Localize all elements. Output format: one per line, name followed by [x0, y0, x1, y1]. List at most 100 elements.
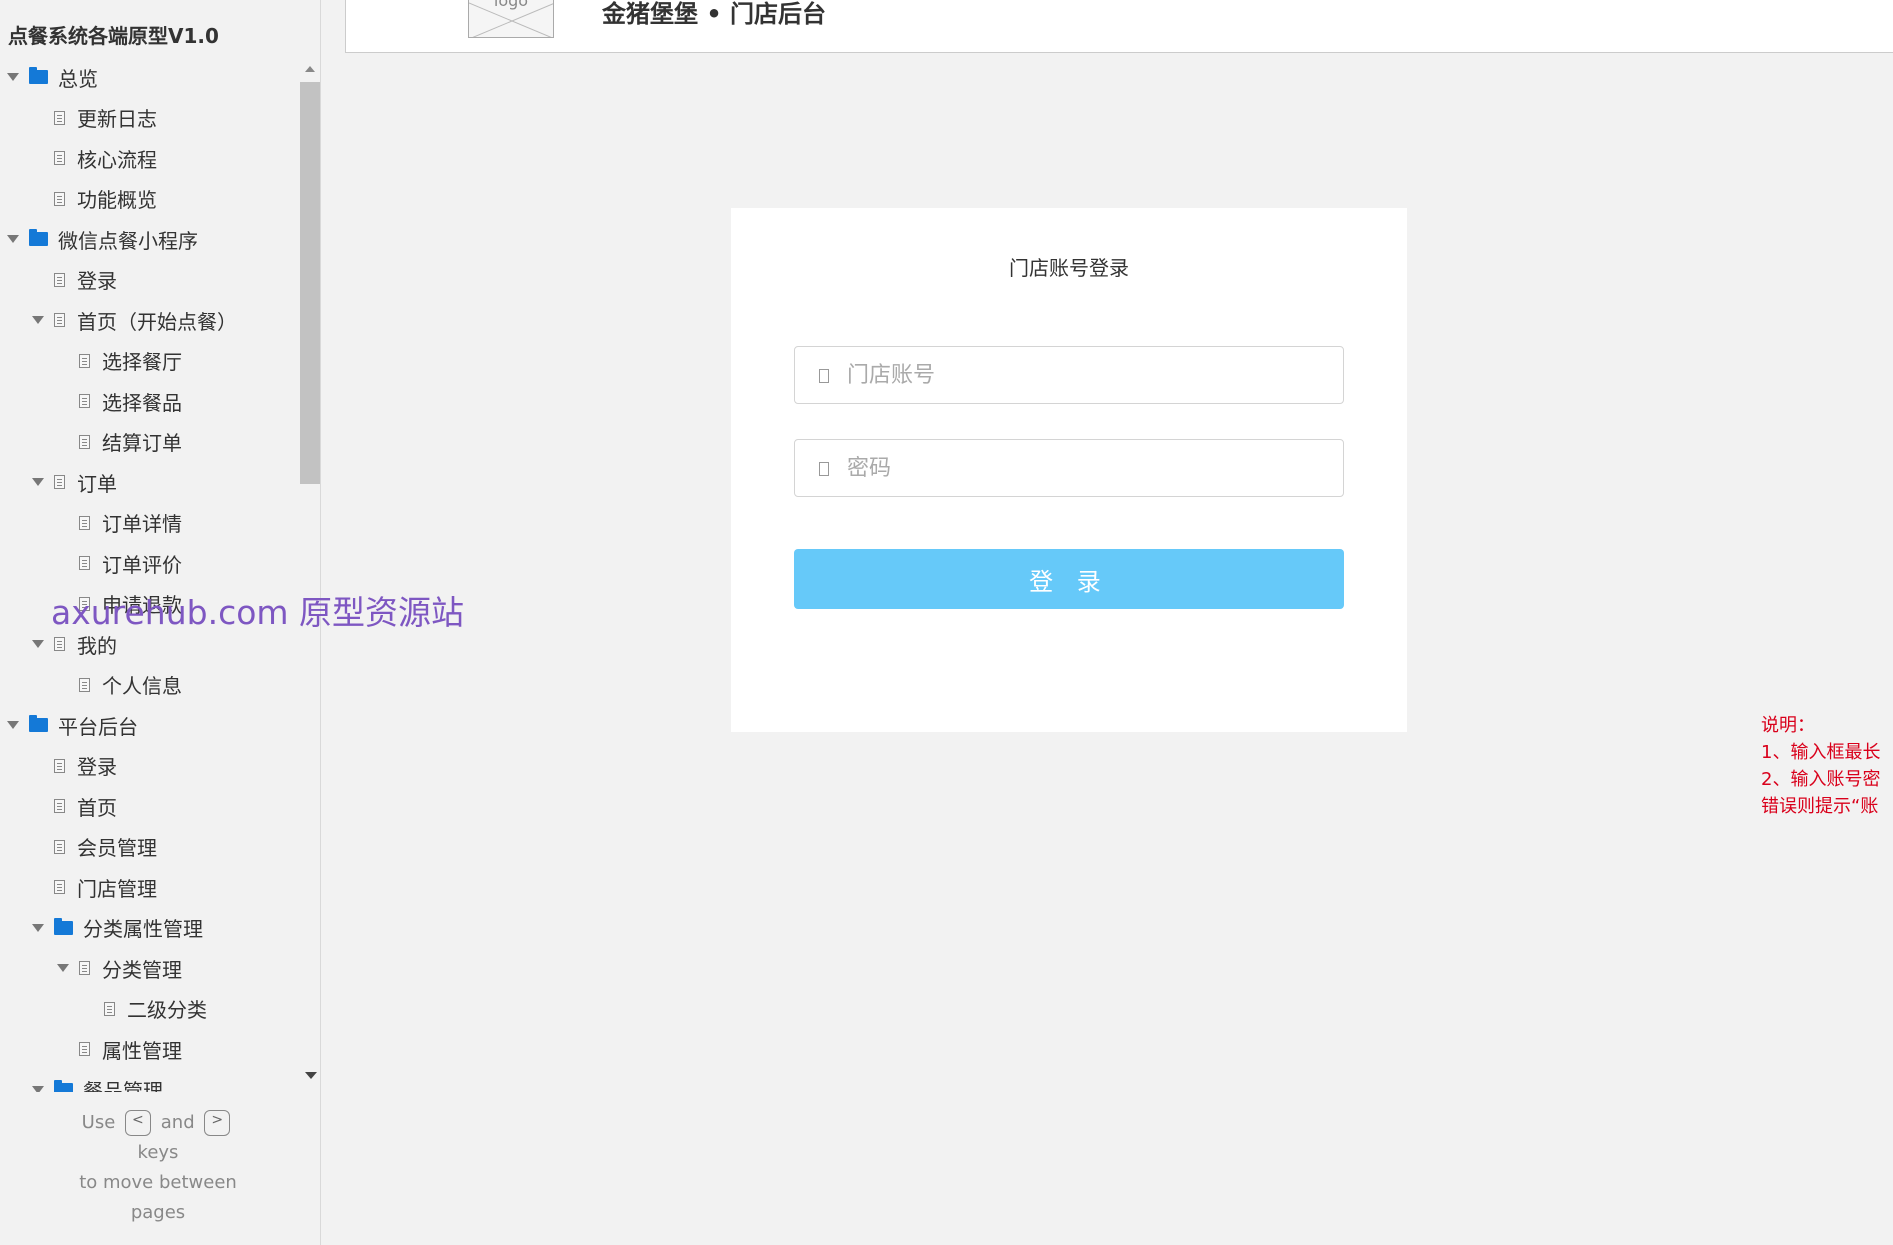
spec-notes: 说明： 1、输入框最长 2、输入账号密 错误则提示“账	[1761, 712, 1893, 820]
sitemap-item-label: 二级分类	[127, 998, 207, 1023]
sitemap-item-label: 订单详情	[102, 512, 182, 537]
help-use-text: Use	[81, 1112, 116, 1133]
expand-arrow-icon[interactable]	[32, 316, 44, 325]
sitemap-item[interactable]: 二级分类	[0, 989, 300, 1030]
page-icon	[54, 272, 65, 287]
page-icon	[79, 961, 90, 976]
scroll-up-arrow-icon[interactable]	[305, 66, 315, 72]
project-title: 点餐系统各端原型V1.0	[8, 24, 219, 48]
sitemap-item[interactable]: 选择餐品	[0, 381, 300, 422]
page-icon	[104, 1001, 115, 1016]
expand-arrow-icon[interactable]	[7, 721, 19, 730]
sitemap-item[interactable]: 首页（开始点餐）	[0, 300, 300, 341]
sitemap-item[interactable]: 门店管理	[0, 867, 300, 908]
note-line: 1、输入框最长	[1761, 742, 1881, 763]
page-icon	[54, 880, 65, 895]
page-icon	[79, 677, 90, 692]
sitemap-item-label: 分类管理	[102, 957, 182, 982]
sitemap-item[interactable]: 更新日志	[0, 98, 300, 139]
sitemap-item[interactable]: 订单	[0, 462, 300, 503]
sidebar-scrollbar-thumb[interactable]	[300, 82, 320, 484]
expand-arrow-icon[interactable]	[57, 964, 69, 973]
expand-arrow-icon[interactable]	[32, 923, 44, 932]
sitemap-item-label: 个人信息	[102, 674, 182, 699]
sitemap-item-label: 选择餐品	[102, 390, 182, 415]
sitemap-item[interactable]: 餐品管理	[0, 1070, 300, 1092]
sitemap-item-label: 首页（开始点餐）	[77, 309, 237, 334]
watermark: axurehub.com 原型资源站	[51, 593, 465, 632]
sitemap-item[interactable]: 微信点餐小程序	[0, 219, 300, 260]
sitemap-item-label: 总览	[58, 66, 98, 91]
page-icon	[79, 353, 90, 368]
expand-arrow-icon[interactable]	[32, 1085, 44, 1092]
sitemap-item[interactable]: 登录	[0, 260, 300, 301]
help-line2-text: to move between	[79, 1172, 237, 1193]
sitemap-item[interactable]: 功能概览	[0, 179, 300, 220]
sitemap-item[interactable]: 会员管理	[0, 827, 300, 868]
sitemap-item-label: 分类属性管理	[83, 917, 203, 942]
login-button[interactable]: 登 录	[794, 549, 1344, 609]
folder-icon	[29, 715, 48, 733]
sitemap-item-label: 门店管理	[77, 876, 157, 901]
prev-key-icon: <	[125, 1110, 152, 1136]
sitemap-item-label: 属性管理	[102, 1038, 182, 1063]
help-line3-text: pages	[130, 1202, 186, 1223]
help-keys-text: keys	[137, 1142, 179, 1163]
scroll-down-arrow-icon[interactable]	[305, 1072, 317, 1079]
page-icon	[79, 556, 90, 571]
sitemap-item[interactable]: 登录	[0, 746, 300, 787]
password-input[interactable]	[847, 440, 1327, 496]
expand-arrow-icon[interactable]	[7, 235, 19, 244]
sitemap-item[interactable]: 分类管理	[0, 948, 300, 989]
folder-icon	[29, 67, 48, 85]
sitemap-item[interactable]: 订单详情	[0, 503, 300, 544]
sitemap-item[interactable]: 个人信息	[0, 665, 300, 706]
keyboard-help: Use < and > keys to move between pages	[0, 1108, 316, 1228]
folder-icon	[54, 917, 73, 935]
page-icon	[54, 191, 65, 206]
sitemap-item-label: 核心流程	[77, 147, 157, 172]
login-title: 门店账号登录	[1009, 256, 1129, 280]
sitemap-item[interactable]: 结算订单	[0, 422, 300, 463]
page-icon	[79, 1042, 90, 1057]
sitemap-item[interactable]: 总览	[0, 57, 300, 98]
expand-arrow-icon[interactable]	[7, 73, 19, 82]
expand-arrow-icon[interactable]	[32, 640, 44, 649]
page-icon	[54, 758, 65, 773]
login-card: 门店账号登录 登 录	[731, 208, 1407, 732]
sitemap-item[interactable]: 属性管理	[0, 1029, 300, 1070]
sitemap-item-label: 订单	[77, 471, 117, 496]
folder-icon	[54, 1079, 73, 1092]
page-icon	[54, 637, 65, 652]
sitemap-item-label: 登录	[77, 269, 117, 294]
sitemap-item[interactable]: 首页	[0, 786, 300, 827]
sitemap-item-label: 更新日志	[77, 107, 157, 132]
account-input[interactable]	[847, 347, 1327, 403]
sitemap-item-label: 微信点餐小程序	[58, 228, 198, 253]
app-header: logo 金猪堡堡 • 门店后台	[345, 0, 1893, 53]
sitemap-item-label: 首页	[77, 795, 117, 820]
sitemap-item[interactable]: 订单评价	[0, 543, 300, 584]
sitemap-item-label: 结算订单	[102, 431, 182, 456]
logo-text: logo	[493, 0, 529, 10]
password-field[interactable]	[794, 439, 1344, 497]
sitemap-item-label: 功能概览	[77, 188, 157, 213]
page-icon	[79, 394, 90, 409]
sitemap-item[interactable]: 选择餐厅	[0, 341, 300, 382]
help-and-text: and	[160, 1112, 195, 1133]
next-key-icon: >	[204, 1110, 231, 1136]
page-icon	[54, 475, 65, 490]
page-icon	[54, 839, 65, 854]
account-field[interactable]	[794, 346, 1344, 404]
sitemap-item-label: 会员管理	[77, 836, 157, 861]
page-icon	[79, 434, 90, 449]
note-line: 2、输入账号密	[1761, 769, 1881, 790]
expand-arrow-icon[interactable]	[32, 478, 44, 487]
page-icon	[54, 313, 65, 328]
sitemap-item[interactable]: 分类属性管理	[0, 908, 300, 949]
sitemap-item[interactable]: 核心流程	[0, 138, 300, 179]
page-icon	[54, 799, 65, 814]
page-icon	[54, 151, 65, 166]
account-icon	[819, 369, 829, 383]
sitemap-item[interactable]: 平台后台	[0, 705, 300, 746]
